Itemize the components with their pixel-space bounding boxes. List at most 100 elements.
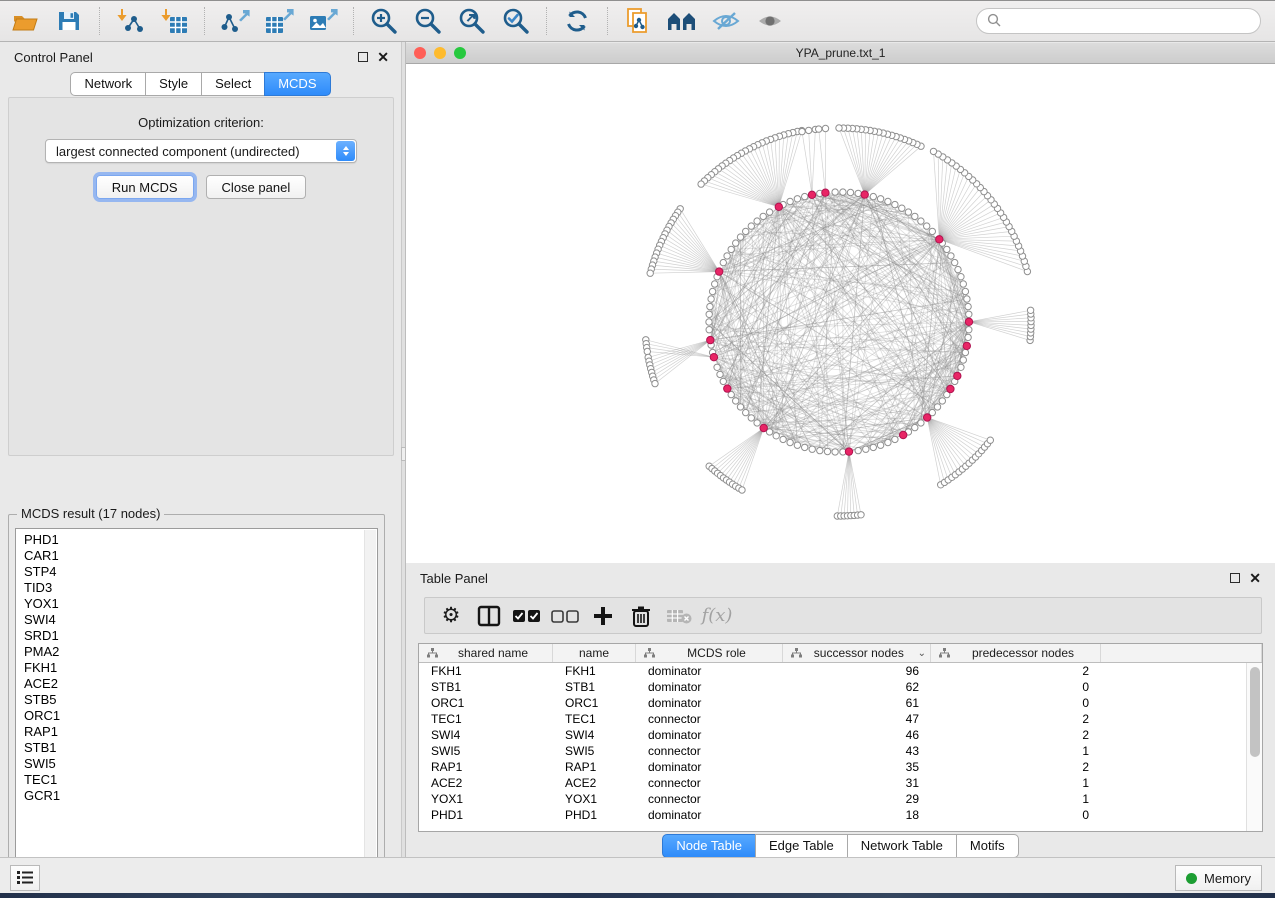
cell-predecessor-nodes[interactable]: 0 [931,807,1101,823]
cell-shared-name[interactable]: YOX1 [419,791,553,807]
table-row[interactable]: PHD1PHD1dominator180 [419,807,1246,823]
cell-shared-name[interactable]: SWI5 [419,743,553,759]
table-row[interactable]: ACE2ACE2connector311 [419,775,1246,791]
result-node[interactable]: SWI5 [16,756,377,772]
cell-successor-nodes[interactable]: 47 [783,711,931,727]
deselect-all-icon[interactable] [551,602,579,630]
cell-successor-nodes[interactable]: 62 [783,679,931,695]
cell-MCDS-role[interactable]: dominator [636,727,783,743]
columns-icon[interactable] [475,602,503,630]
tab-network[interactable]: Network [70,72,146,96]
cell-predecessor-nodes[interactable]: 2 [931,663,1101,679]
cell-shared-name[interactable]: TEC1 [419,711,553,727]
cell-shared-name[interactable]: ACE2 [419,775,553,791]
import-table-icon[interactable] [157,5,191,37]
tab-network-table[interactable]: Network Table [847,834,957,858]
cell-name[interactable]: SWI4 [553,727,636,743]
result-node[interactable]: PHD1 [16,532,377,548]
select-all-icon[interactable] [513,602,541,630]
settings-icon[interactable]: ⚙ [437,602,465,630]
cell-name[interactable]: PHD1 [553,807,636,823]
run-mcds-button[interactable]: Run MCDS [96,175,194,199]
import-network-icon[interactable] [113,5,147,37]
cell-predecessor-nodes[interactable]: 1 [931,791,1101,807]
cell-name[interactable]: RAP1 [553,759,636,775]
table-row[interactable]: TEC1TEC1connector472 [419,711,1246,727]
add-row-icon[interactable] [589,602,617,630]
cell-name[interactable]: YOX1 [553,791,636,807]
cell-shared-name[interactable]: SWI4 [419,727,553,743]
cell-successor-nodes[interactable]: 31 [783,775,931,791]
search-input[interactable] [1007,14,1250,29]
search-box[interactable] [976,8,1261,34]
table-row[interactable]: FKH1FKH1dominator962 [419,663,1246,679]
memory-button[interactable]: Memory [1175,865,1262,891]
cell-MCDS-role[interactable]: connector [636,775,783,791]
save-session-icon[interactable] [52,5,86,37]
first-neighbors-icon[interactable] [665,5,699,37]
cell-shared-name[interactable]: STB1 [419,679,553,695]
cell-MCDS-role[interactable]: dominator [636,663,783,679]
result-node[interactable]: TEC1 [16,772,377,788]
tab-style[interactable]: Style [145,72,202,96]
result-node[interactable]: PMA2 [16,644,377,660]
export-table-icon[interactable] [262,5,296,37]
result-node[interactable]: GCR1 [16,788,377,804]
cell-successor-nodes[interactable]: 46 [783,727,931,743]
cell-name[interactable]: TEC1 [553,711,636,727]
cell-MCDS-role[interactable]: dominator [636,695,783,711]
result-node[interactable]: RAP1 [16,724,377,740]
column-header-name[interactable]: name [553,644,636,662]
cell-MCDS-role[interactable]: dominator [636,759,783,775]
table-row[interactable]: RAP1RAP1dominator352 [419,759,1246,775]
window-minimize-icon[interactable] [434,47,446,59]
export-image-icon[interactable] [306,5,340,37]
table-row[interactable]: ORC1ORC1dominator610 [419,695,1246,711]
result-node[interactable]: ACE2 [16,676,377,692]
table-scrollbar[interactable] [1246,663,1262,831]
cell-shared-name[interactable]: RAP1 [419,759,553,775]
tab-select[interactable]: Select [201,72,265,96]
cell-name[interactable]: ORC1 [553,695,636,711]
open-file-icon[interactable] [8,5,42,37]
cell-predecessor-nodes[interactable]: 0 [931,679,1101,695]
tab-edge-table[interactable]: Edge Table [755,834,848,858]
cell-successor-nodes[interactable]: 43 [783,743,931,759]
hide-selected-icon[interactable] [709,5,743,37]
close-panel-icon[interactable]: ✕ [377,52,389,62]
network-graph[interactable] [406,64,1275,563]
close-table-panel-icon[interactable]: ✕ [1249,573,1261,583]
window-zoom-icon[interactable] [454,47,466,59]
refresh-layout-icon[interactable] [560,5,594,37]
cell-successor-nodes[interactable]: 29 [783,791,931,807]
column-header-shared-name[interactable]: shared name [419,644,553,662]
cell-MCDS-role[interactable]: dominator [636,679,783,695]
cell-MCDS-role[interactable]: connector [636,711,783,727]
zoom-selected-icon[interactable] [499,5,533,37]
column-header-predecessor-nodes[interactable]: predecessor nodes [931,644,1101,662]
cell-name[interactable]: FKH1 [553,663,636,679]
delete-row-icon[interactable] [627,602,655,630]
table-scrollbar-thumb[interactable] [1250,667,1260,757]
task-history-button[interactable] [10,865,40,891]
result-node[interactable]: SRD1 [16,628,377,644]
result-node[interactable]: STP4 [16,564,377,580]
cell-MCDS-role[interactable]: dominator [636,807,783,823]
clone-network-icon[interactable] [621,5,655,37]
cell-name[interactable]: ACE2 [553,775,636,791]
network-window-titlebar[interactable]: YPA_prune.txt_1 [406,43,1275,64]
network-canvas[interactable] [406,64,1275,563]
cell-predecessor-nodes[interactable]: 2 [931,727,1101,743]
close-panel-button[interactable]: Close panel [206,175,307,199]
result-node[interactable]: STB5 [16,692,377,708]
zoom-in-icon[interactable] [367,5,401,37]
mcds-result-list[interactable]: PHD1CAR1STP4TID3YOX1SWI4SRD1PMA2FKH1ACE2… [15,528,378,875]
cell-MCDS-role[interactable]: connector [636,743,783,759]
tab-mcds[interactable]: MCDS [264,72,330,96]
cell-predecessor-nodes[interactable]: 2 [931,759,1101,775]
cell-predecessor-nodes[interactable]: 1 [931,743,1101,759]
cell-shared-name[interactable]: ORC1 [419,695,553,711]
table-row[interactable]: STB1STB1dominator620 [419,679,1246,695]
cell-successor-nodes[interactable]: 18 [783,807,931,823]
cell-predecessor-nodes[interactable]: 0 [931,695,1101,711]
